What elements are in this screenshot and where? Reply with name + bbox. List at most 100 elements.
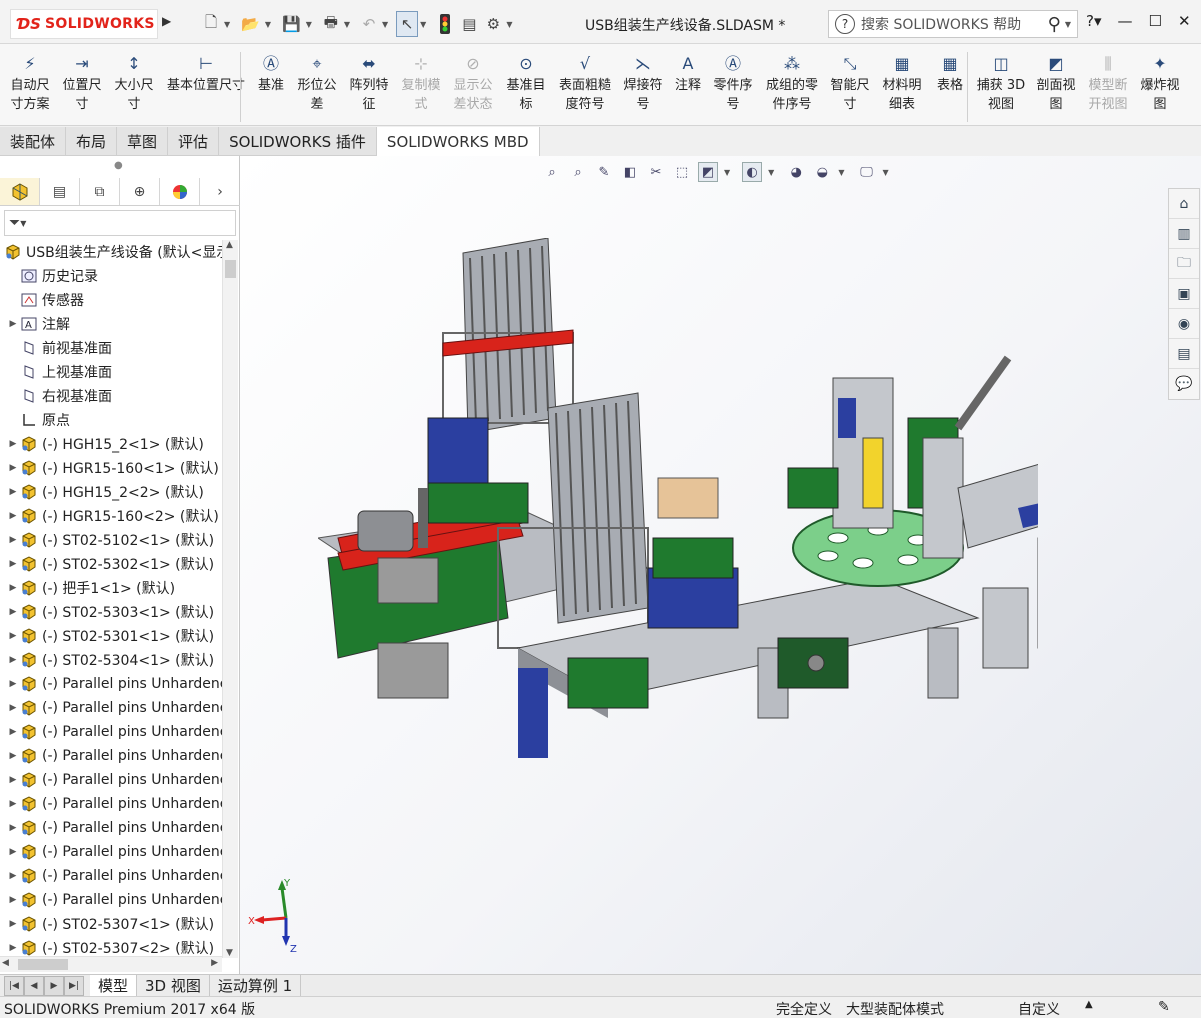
help-menu-icon[interactable]: ?▾: [1086, 12, 1102, 30]
view-settings-icon[interactable]: 🖵: [856, 162, 876, 182]
tree-item[interactable]: ▶ (-) HGH15_2<2> (默认): [0, 480, 222, 504]
close-icon[interactable]: ✕: [1178, 12, 1191, 30]
display-manager-tab-icon[interactable]: [160, 178, 200, 205]
units-dropdown-icon[interactable]: ▲: [1085, 999, 1093, 1010]
undo-icon[interactable]: ↶: [358, 11, 380, 37]
rebuild-traffic-light-icon[interactable]: [434, 11, 456, 37]
tree-item[interactable]: ▶ (-) HGH15_2<1> (默认): [0, 432, 222, 456]
view-palette-icon[interactable]: ▣: [1169, 279, 1199, 309]
undo-dropdown-icon[interactable]: ▼: [382, 20, 388, 29]
ribbon-button-7[interactable]: ⊹ 复制模式: [397, 50, 445, 114]
display-style-icon[interactable]: ◩: [698, 162, 718, 182]
tree-expand-icon[interactable]: ▶: [6, 943, 20, 953]
tree-item[interactable]: ▶ (-) Parallel pins Unhardened: [0, 720, 222, 744]
tree-item[interactable]: ▶ (-) Parallel pins Unhardened: [0, 792, 222, 816]
tab-3[interactable]: 评估: [168, 127, 220, 156]
first-tab-nav-icon[interactable]: |◀: [4, 975, 24, 996]
ribbon-button-9[interactable]: ⊙ 基准目标: [502, 50, 550, 114]
file-explorer-icon[interactable]: 🗀: [1169, 249, 1199, 279]
property-manager-tab-icon[interactable]: ▤: [40, 178, 80, 205]
scene-dropdown-icon[interactable]: ▼: [838, 168, 844, 177]
tab-2[interactable]: 草图: [117, 127, 169, 156]
tree-expand-icon[interactable]: ▶: [6, 511, 20, 521]
search-icon[interactable]: ⚲: [1048, 14, 1061, 35]
tree-hscroll-thumb[interactable]: [18, 959, 68, 970]
select-pointer-icon[interactable]: ↖: [396, 11, 419, 37]
tree-item[interactable]: ▶ (-) Parallel pins Unhardened: [0, 840, 222, 864]
ribbon-button-18[interactable]: ◫ 捕获 3D 视图: [974, 50, 1028, 114]
tab-4[interactable]: SOLIDWORKS 插件: [219, 127, 377, 156]
tree-item[interactable]: ▶ (-) Parallel pins Unhardened: [0, 768, 222, 792]
dynamic-annotation-icon[interactable]: ✂: [646, 162, 666, 182]
tree-item[interactable]: ▶ (-) Parallel pins Unhardened: [0, 888, 222, 912]
ribbon-button-20[interactable]: ⫼ 模型断开视图: [1084, 50, 1132, 114]
tree-item[interactable]: 传感器: [0, 288, 222, 312]
tab-1[interactable]: 布局: [66, 127, 118, 156]
panel-grip-icon[interactable]: ●: [114, 160, 123, 171]
ribbon-button-17[interactable]: ▦ 表格: [932, 50, 968, 95]
tree-item[interactable]: 上视基准面: [0, 360, 222, 384]
previous-view-icon[interactable]: ✎: [594, 162, 614, 182]
panel-more-icon[interactable]: ›: [200, 178, 240, 205]
options-dropdown-icon[interactable]: ▼: [506, 20, 512, 29]
notifications-icon[interactable]: ✎: [1158, 999, 1170, 1015]
tree-expand-icon[interactable]: ▶: [6, 871, 20, 881]
print-dropdown-icon[interactable]: ▼: [344, 20, 350, 29]
tree-expand-icon[interactable]: ▶: [6, 679, 20, 689]
tree-expand-icon[interactable]: ▶: [6, 439, 20, 449]
tree-horizontal-scrollbar[interactable]: ◀ ▶: [0, 956, 222, 972]
hide-show-items-icon[interactable]: ◐: [742, 162, 763, 182]
tree-item[interactable]: ▶ (-) 把手1<1> (默认): [0, 576, 222, 600]
tree-expand-icon[interactable]: ▶: [6, 919, 20, 929]
tree-expand-icon[interactable]: ▶: [6, 559, 20, 569]
help-search-box[interactable]: ? 搜索 SOLIDWORKS 帮助 ⚲ ▼: [828, 10, 1078, 38]
search-dropdown-icon[interactable]: ▼: [1065, 20, 1071, 29]
save-dropdown-icon[interactable]: ▼: [306, 20, 312, 29]
solidworks-logo[interactable]: ƊS SOLIDWORKS: [10, 9, 158, 39]
filter-dropdown-icon[interactable]: ▼: [20, 219, 26, 228]
tree-item[interactable]: ▶ (-) ST02-5301<1> (默认): [0, 624, 222, 648]
filter-icon[interactable]: ⏷: [9, 215, 20, 231]
tree-item[interactable]: ▶ (-) ST02-5307<1> (默认): [0, 912, 222, 936]
tree-item[interactable]: ▶ (-) ST02-5303<1> (默认): [0, 600, 222, 624]
tree-item[interactable]: ▶ (-) Parallel pins Unhardened: [0, 816, 222, 840]
file-properties-icon[interactable]: ▤: [458, 11, 480, 37]
ribbon-button-19[interactable]: ◩ 剖面视图: [1032, 50, 1080, 114]
solidworks-resources-icon[interactable]: ⌂: [1169, 189, 1199, 219]
tree-expand-icon[interactable]: ▶: [6, 487, 20, 497]
last-tab-nav-icon[interactable]: ▶|: [64, 975, 84, 996]
tree-item[interactable]: ▶ (-) Parallel pins Unhardened: [0, 864, 222, 888]
section-view-toolbar-icon[interactable]: ◧: [620, 162, 640, 182]
new-document-icon[interactable]: 🗋: [200, 11, 222, 37]
tree-expand-icon[interactable]: ▶: [6, 799, 20, 809]
graphics-viewport[interactable]: ⌕ ⌕ ✎ ◧ ✂ ⬚ ◩ ▼ ◐ ▼ ◕ ◒ ▼ 🖵 ▼ ⌂ ▥ 🗀 ▣ ◉ ▤ 💬: [240, 156, 1201, 974]
select-dropdown-icon[interactable]: ▼: [420, 20, 426, 29]
tree-item[interactable]: ▶ (-) ST02-5102<1> (默认): [0, 528, 222, 552]
tree-expand-icon[interactable]: ▶: [6, 655, 20, 665]
ribbon-button-5[interactable]: ⌖ 形位公差: [293, 50, 341, 114]
tree-expand-icon[interactable]: ▶: [6, 535, 20, 545]
ribbon-button-16[interactable]: ▦ 材料明细表: [878, 50, 926, 114]
save-icon[interactable]: 💾: [279, 11, 304, 37]
hide-show-dropdown-icon[interactable]: ▼: [768, 168, 774, 177]
ribbon-button-12[interactable]: A 注释: [671, 50, 705, 95]
ribbon-button-14[interactable]: ⁂ 成组的零件序号: [761, 50, 823, 114]
maximize-icon[interactable]: ☐: [1149, 12, 1162, 30]
dimxpert-manager-tab-icon[interactable]: ⊕: [120, 178, 160, 205]
ribbon-button-11[interactable]: ⋋ 焊接符号: [619, 50, 667, 114]
tree-expand-icon[interactable]: ▶: [6, 895, 20, 905]
tree-expand-icon[interactable]: ▶: [6, 631, 20, 641]
tree-item[interactable]: ▶ (-) Parallel pins Unhardened: [0, 744, 222, 768]
menu-expand-icon[interactable]: ▶: [162, 14, 171, 28]
tree-expand-icon[interactable]: ▶: [6, 751, 20, 761]
tree-expand-icon[interactable]: ▶: [6, 463, 20, 473]
ribbon-button-3[interactable]: ⊢ 基本位置尺寸: [162, 50, 250, 95]
tree-item[interactable]: ▶ (-) Parallel pins Unhardened: [0, 696, 222, 720]
status-mode[interactable]: 大型装配体模式: [846, 999, 944, 1018]
prev-tab-nav-icon[interactable]: ◀: [24, 975, 44, 996]
tree-filter[interactable]: ⏷ ▼: [4, 210, 236, 236]
status-units[interactable]: 自定义: [1018, 999, 1060, 1018]
tree-item[interactable]: ▶ (-) ST02-5307<2> (默认): [0, 936, 222, 958]
custom-properties-icon[interactable]: ▤: [1169, 339, 1199, 369]
tab-5[interactable]: SOLIDWORKS MBD: [376, 127, 540, 156]
